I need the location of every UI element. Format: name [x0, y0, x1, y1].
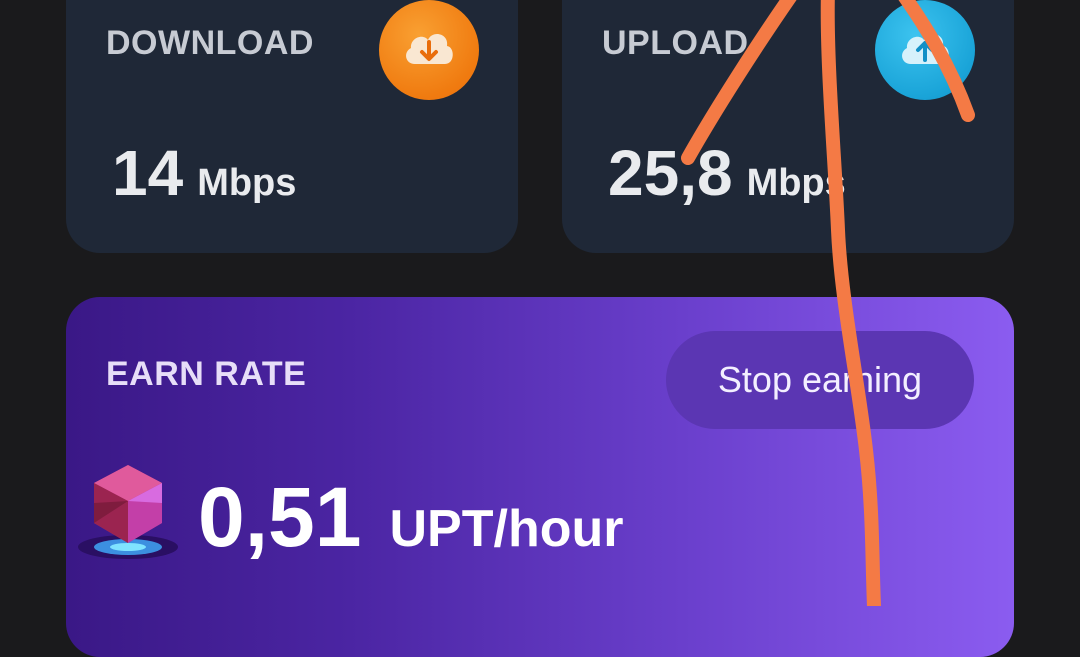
download-unit: Mbps	[197, 162, 297, 204]
download-value: 14	[112, 137, 184, 209]
upload-value: 25,8	[608, 137, 733, 209]
earn-rate-unit: UPT/hour	[389, 500, 624, 558]
download-label: DOWNLOAD	[106, 24, 314, 62]
earn-rate-display: 0,51 UPT/hour	[198, 469, 623, 566]
upload-unit: Mbps	[746, 162, 846, 204]
cloud-download-icon	[379, 0, 479, 100]
download-speed: 14 Mbps	[112, 136, 296, 210]
upload-label: UPLOAD	[602, 24, 749, 62]
download-card: DOWNLOAD 14 Mbps	[66, 0, 518, 253]
upload-card: UPLOAD 25,8 Mbps	[562, 0, 1014, 253]
stop-earning-button[interactable]: Stop earning	[666, 331, 974, 429]
earn-rate-label: EARN RATE	[106, 355, 307, 393]
earn-rate-card: EARN RATE Stop earning 0,51 UPT/hour	[66, 297, 1014, 657]
gem-icon	[78, 465, 178, 559]
earn-rate-value: 0,51	[198, 470, 362, 564]
upload-speed: 25,8 Mbps	[608, 136, 846, 210]
cloud-upload-icon	[875, 0, 975, 100]
